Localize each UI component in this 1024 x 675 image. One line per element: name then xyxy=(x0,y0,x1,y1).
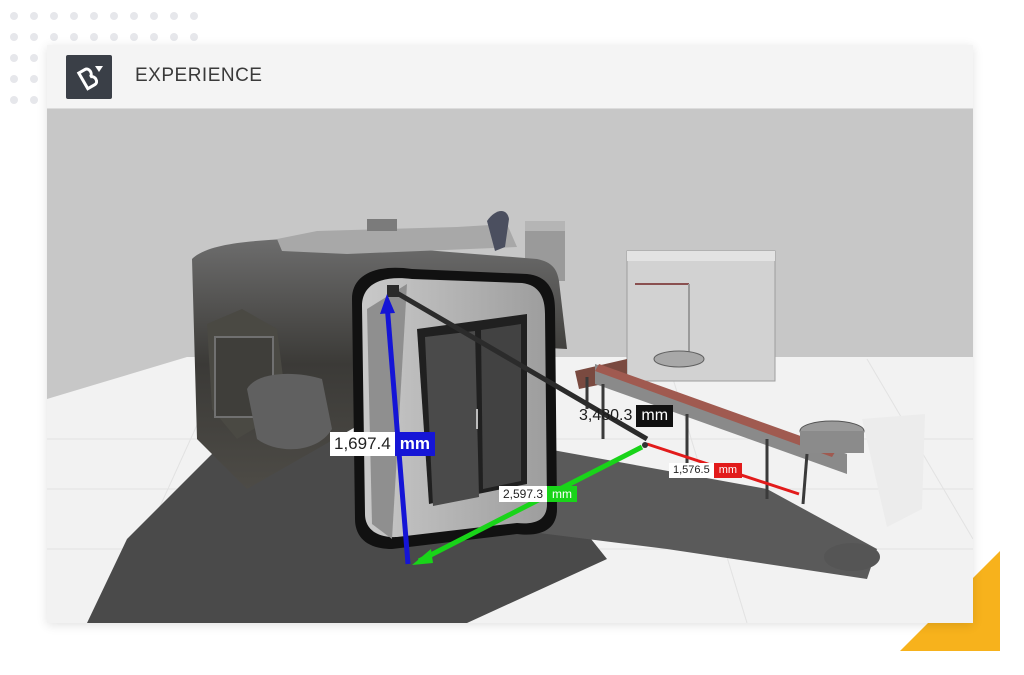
logo-icon xyxy=(76,66,103,91)
measurement-value: 3,480.3 xyxy=(579,407,633,424)
decorative-dot xyxy=(30,96,38,104)
decorative-dot xyxy=(70,33,78,41)
decorative-dot xyxy=(150,33,158,41)
measurement-value: 2,597.3 xyxy=(499,486,548,502)
decorative-dot xyxy=(70,12,78,20)
decorative-dot xyxy=(10,12,18,20)
measurement-value: 1,576.5 xyxy=(669,463,714,478)
diagonal-measurement-label: 3,480.3 mm xyxy=(575,405,674,427)
measurement-unit: mm xyxy=(713,463,743,478)
measurement-unit: mm xyxy=(547,486,578,502)
decorative-dot xyxy=(10,54,18,62)
decorative-dot xyxy=(50,33,58,41)
app-window: EXPERIENCE 1,697.4 mm 3,480.3 mm 2,597.3… xyxy=(47,45,973,623)
3d-viewport[interactable]: 1,697.4 mm 3,480.3 mm 2,597.3 mm 1,576.5… xyxy=(47,109,973,623)
title-bar: EXPERIENCE xyxy=(47,45,973,109)
measurement-value: 1,697.4 xyxy=(330,432,395,456)
decorative-dot xyxy=(90,33,98,41)
decorative-dot xyxy=(10,96,18,104)
decorative-dot xyxy=(130,33,138,41)
decorative-dot xyxy=(30,54,38,62)
height-measurement-label: 1,697.4 mm xyxy=(330,432,435,456)
decorative-dot xyxy=(90,12,98,20)
app-title: EXPERIENCE xyxy=(135,65,263,86)
scene-render xyxy=(47,210,973,623)
width-measurement-label: 2,597.3 mm xyxy=(499,486,578,502)
decorative-dot xyxy=(110,12,118,20)
depth-measurement-label: 1,576.5 mm xyxy=(669,463,743,478)
decorative-dot xyxy=(30,75,38,83)
decorative-dot xyxy=(130,12,138,20)
decorative-dot xyxy=(30,12,38,20)
decorative-dot xyxy=(150,12,158,20)
app-logo[interactable] xyxy=(66,55,112,99)
decorative-dot xyxy=(170,33,178,41)
decorative-dot xyxy=(50,12,58,20)
decorative-dot xyxy=(190,33,198,41)
decorative-dot xyxy=(30,33,38,41)
decorative-dot xyxy=(170,12,178,20)
decorative-dot xyxy=(10,33,18,41)
measurement-unit: mm xyxy=(636,405,674,427)
measurement-unit: mm xyxy=(394,432,435,456)
decorative-dot xyxy=(110,33,118,41)
decorative-dot xyxy=(10,75,18,83)
decorative-dot xyxy=(190,12,198,20)
